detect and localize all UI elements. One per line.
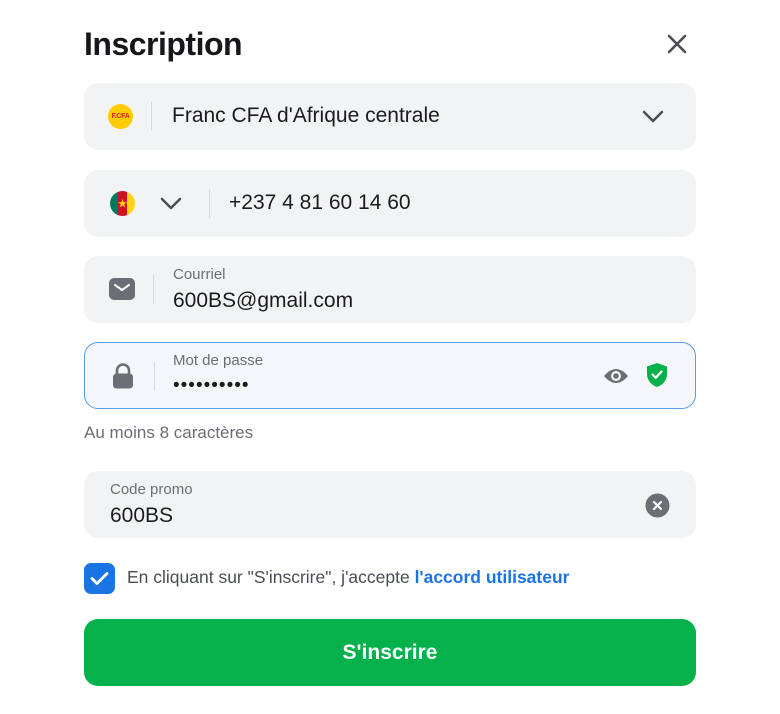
currency-select[interactable]: F.CFA Franc CFA d'Afrique centrale xyxy=(84,83,696,150)
email-label: Courriel xyxy=(173,266,226,283)
shield-check-icon xyxy=(645,361,669,389)
country-code-chevron-icon[interactable] xyxy=(156,190,186,217)
password-field[interactable]: Mot de passe •••••••••• xyxy=(84,342,696,409)
password-divider xyxy=(154,362,155,391)
phone-divider xyxy=(209,189,210,218)
email-field[interactable]: Courriel 600BS@gmail.com xyxy=(84,256,696,323)
password-label: Mot de passe xyxy=(173,352,264,369)
phone-value[interactable]: +237 4 81 60 14 60 xyxy=(229,191,411,215)
mail-icon xyxy=(109,277,135,301)
dialog-title: Inscription xyxy=(84,26,243,62)
terms-checkbox[interactable] xyxy=(84,563,115,594)
promo-code-field[interactable]: Code promo 600BS xyxy=(84,471,696,538)
close-button[interactable] xyxy=(660,27,694,61)
register-button[interactable]: S'inscrire xyxy=(84,619,696,686)
currency-value: Franc CFA d'Afrique centrale xyxy=(172,104,440,127)
chevron-down-icon xyxy=(638,103,668,130)
checkmark-icon xyxy=(90,572,109,585)
email-divider xyxy=(153,275,154,304)
currency-divider xyxy=(151,102,152,131)
user-agreement-link[interactable]: l'accord utilisateur xyxy=(415,567,570,587)
password-input[interactable]: •••••••••• xyxy=(173,375,250,397)
phone-field[interactable]: +237 4 81 60 14 60 xyxy=(84,170,696,237)
lock-icon xyxy=(110,362,136,390)
password-hint: Au moins 8 caractères xyxy=(84,423,254,442)
currency-icon: F.CFA xyxy=(108,104,133,129)
eye-icon[interactable] xyxy=(601,363,631,389)
email-value[interactable]: 600BS@gmail.com xyxy=(173,289,353,313)
terms-text-label: En cliquant sur "S'inscrire", j'accepte xyxy=(127,567,415,587)
promo-code-label: Code promo xyxy=(110,481,193,498)
cameroon-flag-icon xyxy=(110,191,135,216)
close-icon xyxy=(667,34,687,54)
terms-text: En cliquant sur "S'inscrire", j'accepte … xyxy=(127,567,569,588)
promo-code-value[interactable]: 600BS xyxy=(110,504,173,528)
clear-icon[interactable] xyxy=(644,492,670,518)
